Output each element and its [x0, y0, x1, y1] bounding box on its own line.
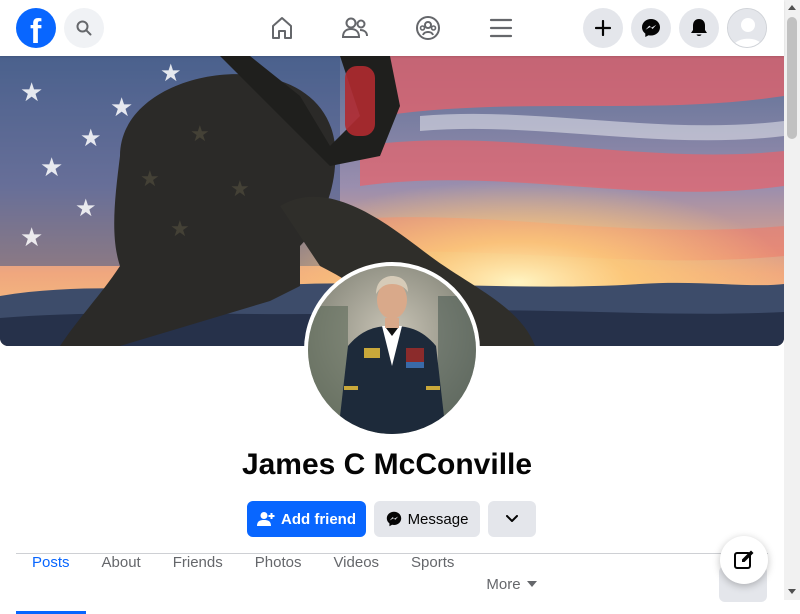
- compose-icon: [734, 550, 754, 569]
- message-label: Message: [407, 510, 469, 528]
- facebook-logo[interactable]: f: [16, 8, 56, 51]
- messenger-button[interactable]: [631, 8, 671, 48]
- create-button[interactable]: [583, 8, 623, 48]
- profile-name: James C McConville: [241, 448, 533, 481]
- tab-photos[interactable]: Photos: [239, 554, 318, 614]
- chevron-down-icon: [506, 515, 518, 522]
- search-button[interactable]: [64, 8, 104, 48]
- tab-more[interactable]: More: [470, 554, 552, 614]
- default-avatar-icon: [728, 9, 766, 47]
- svg-text:★: ★: [140, 167, 160, 192]
- tab-posts[interactable]: Posts: [16, 554, 86, 614]
- tab-friends[interactable]: Friends: [157, 554, 239, 614]
- add-friend-icon: [257, 512, 275, 526]
- svg-text:★: ★: [190, 122, 210, 147]
- account-avatar[interactable]: [727, 8, 767, 48]
- search-icon: [76, 20, 92, 36]
- tab-sports[interactable]: Sports: [395, 554, 470, 614]
- home-icon: [272, 17, 292, 39]
- scroll-thumb[interactable]: [787, 17, 797, 139]
- tab-more-label: More: [486, 575, 521, 593]
- profile-picture[interactable]: [304, 262, 480, 438]
- message-button[interactable]: Message: [374, 501, 480, 537]
- profile-tabs: Posts About Friends Photos Videos Sports…: [16, 554, 553, 614]
- scroll-down-arrow[interactable]: [788, 589, 796, 594]
- bell-icon: [691, 19, 707, 36]
- logo-letter: f: [30, 13, 42, 51]
- nav-home[interactable]: [266, 12, 298, 44]
- top-navbar: f: [0, 0, 784, 56]
- notifications-button[interactable]: [679, 8, 719, 48]
- menu-icon: [489, 18, 513, 38]
- svg-text:★: ★: [170, 217, 190, 242]
- more-actions-button[interactable]: [488, 501, 536, 537]
- tab-about[interactable]: About: [86, 554, 157, 614]
- scroll-up-arrow[interactable]: [788, 5, 796, 10]
- messenger-icon: [642, 19, 660, 37]
- add-friend-label: Add friend: [281, 510, 356, 528]
- new-message-button[interactable]: [720, 536, 768, 584]
- tab-videos[interactable]: Videos: [317, 554, 395, 614]
- caret-down-icon: [526, 581, 537, 587]
- nav-menu[interactable]: [485, 12, 517, 44]
- nav-friends[interactable]: [339, 12, 371, 44]
- page-scrollbar[interactable]: [784, 0, 800, 600]
- messenger-icon: [386, 511, 401, 527]
- add-friend-button[interactable]: Add friend: [247, 501, 366, 537]
- svg-text:★: ★: [230, 177, 250, 202]
- nav-groups[interactable]: [412, 12, 444, 44]
- groups-icon: [416, 16, 440, 40]
- profile-photo: [308, 266, 476, 434]
- plus-icon: [595, 20, 611, 36]
- friends-icon: [341, 17, 368, 38]
